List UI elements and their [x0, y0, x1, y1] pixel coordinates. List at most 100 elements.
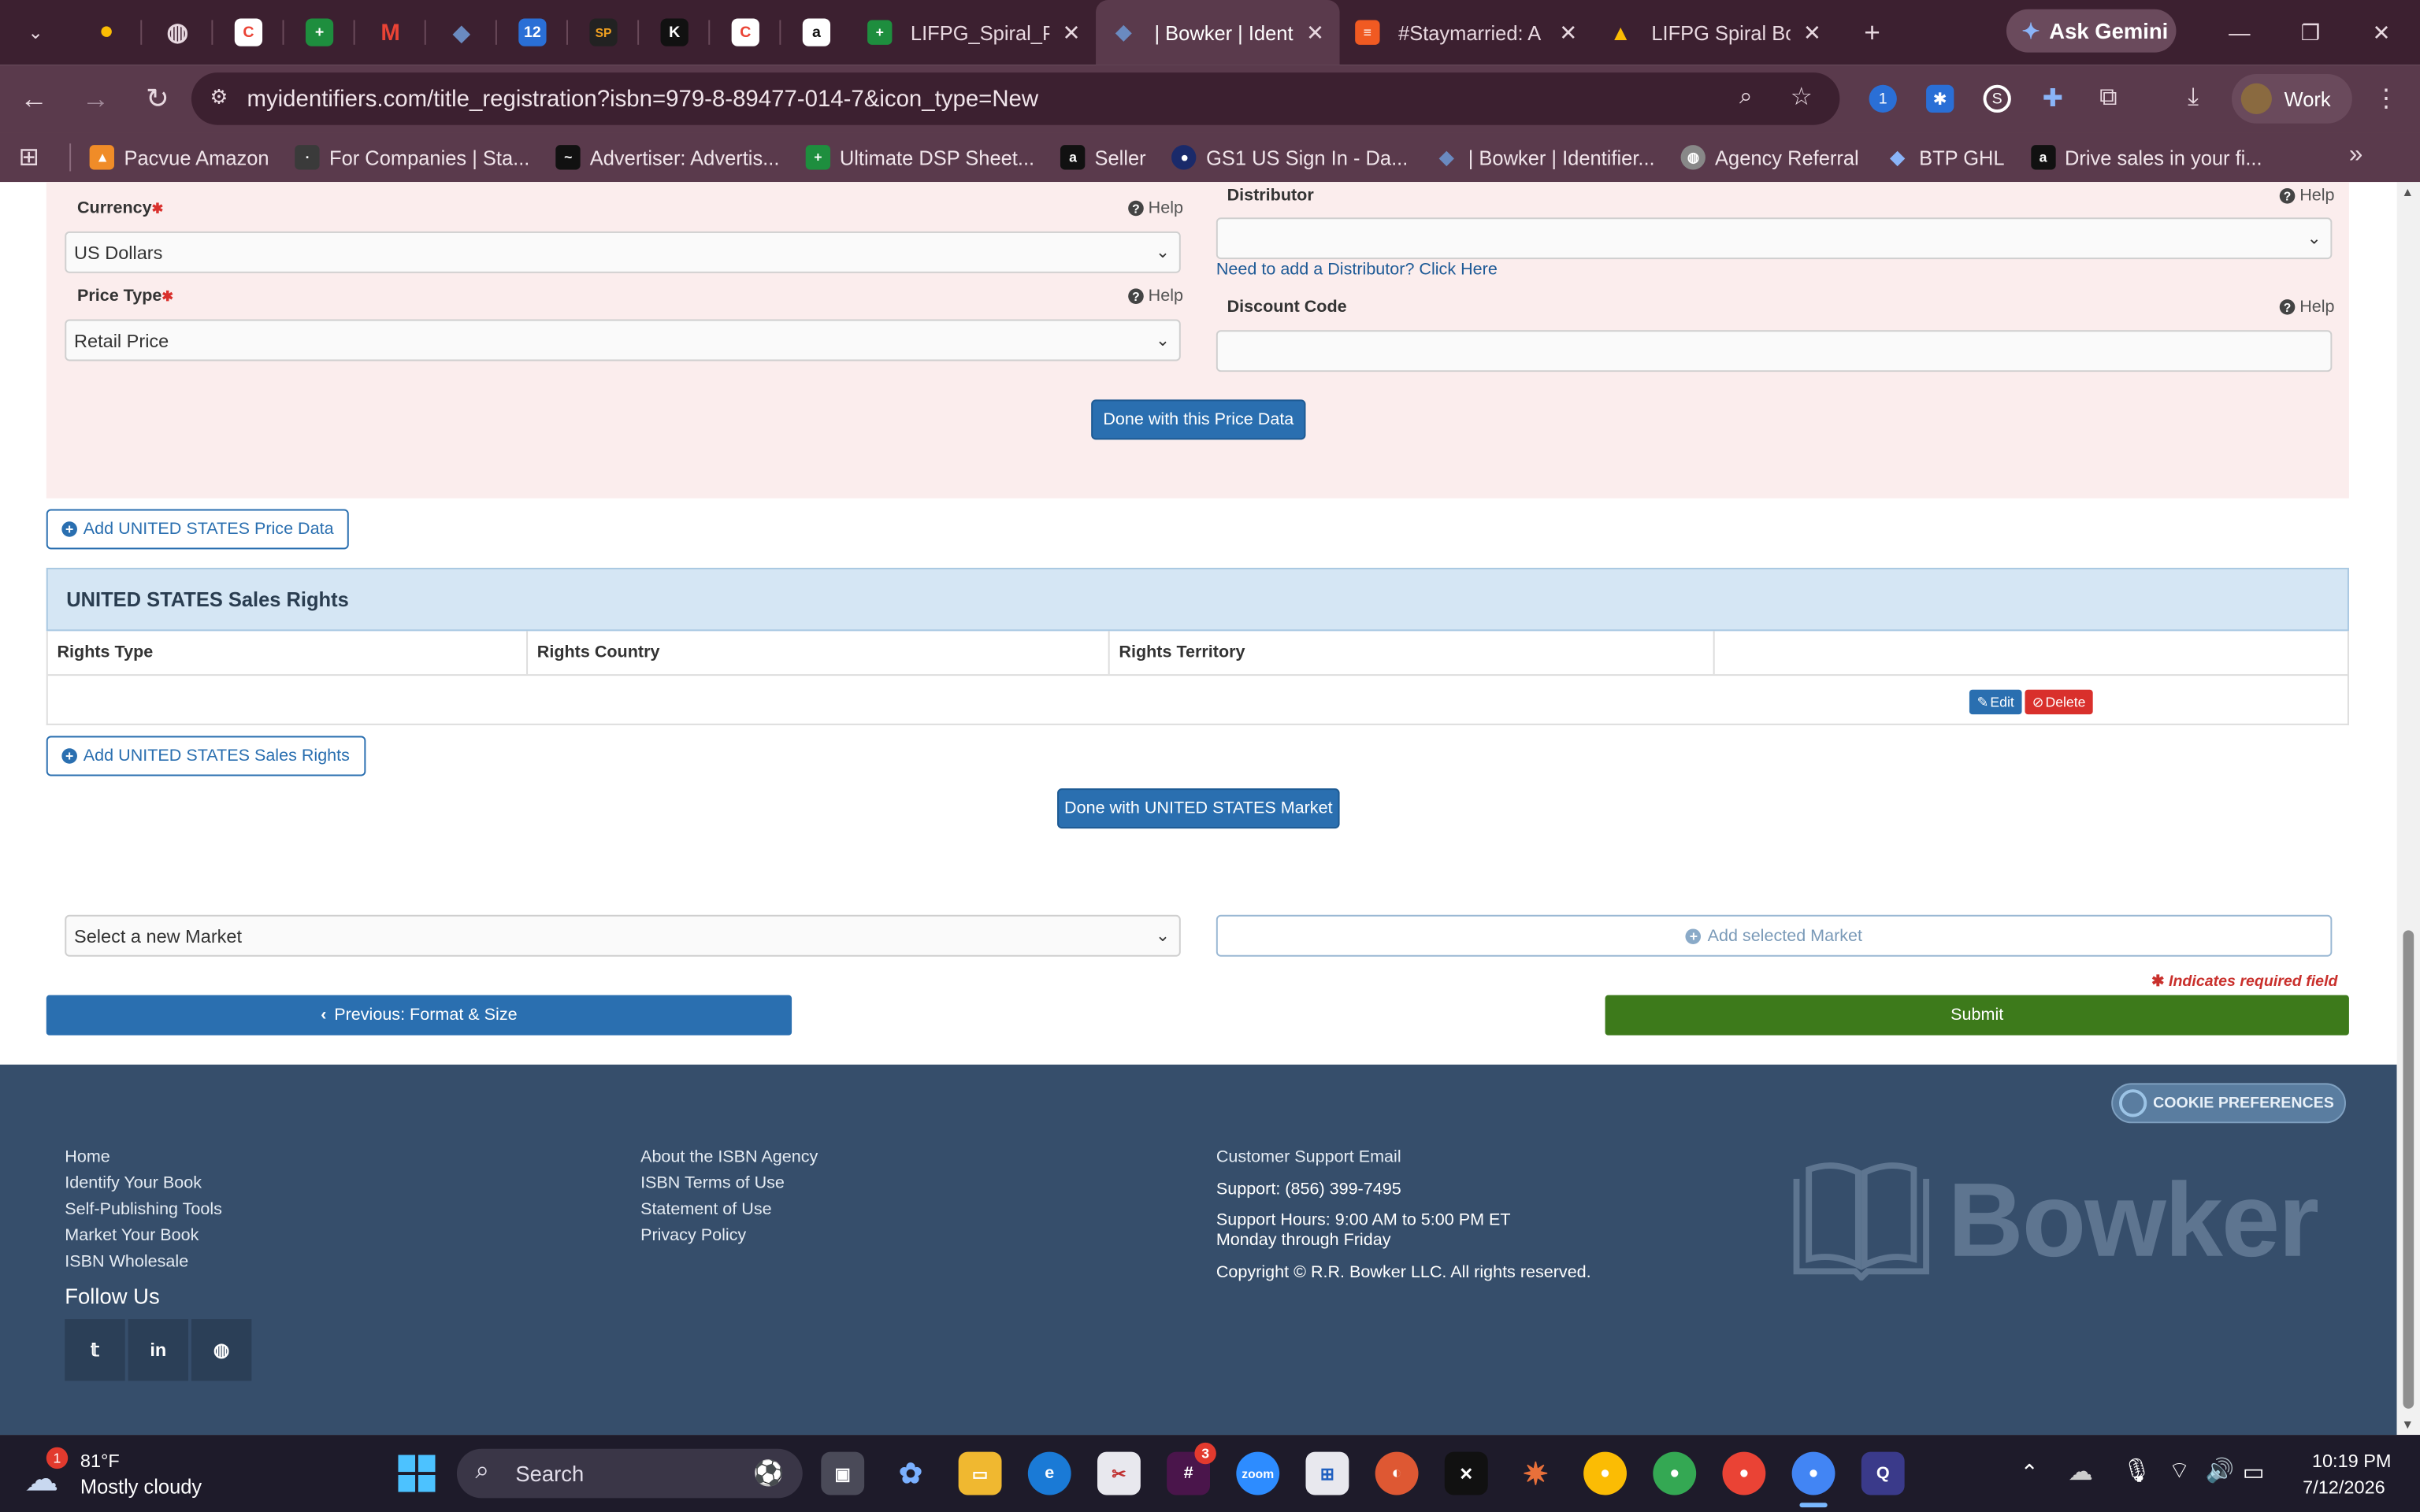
- add-distributor-link[interactable]: Need to add a Distributor? Click Here: [1216, 261, 1498, 280]
- zoom-icon[interactable]: ⌕: [1739, 83, 1752, 109]
- task-view-icon[interactable]: ▣: [821, 1451, 865, 1495]
- tab-bowker-active[interactable]: ◆ | Bowker | Identif ✕: [1096, 0, 1340, 65]
- duckduckgo-icon[interactable]: ◐: [1375, 1451, 1419, 1495]
- close-tab-icon[interactable]: ✕: [1062, 19, 1080, 45]
- tab-pinned-gcal[interactable]: 12: [497, 0, 568, 65]
- chrome-profile-2-icon[interactable]: ●: [1653, 1451, 1697, 1495]
- profile-button[interactable]: Work: [2232, 74, 2352, 124]
- reload-icon[interactable]: ↻: [130, 71, 186, 127]
- done-price-data-button[interactable]: Done with this Price Data: [1091, 399, 1306, 440]
- footer-link-about-agency[interactable]: About the ISBN Agency: [640, 1148, 818, 1167]
- zoom-app-icon[interactable]: zoom: [1236, 1451, 1280, 1495]
- chrome-active-icon[interactable]: ●: [1791, 1451, 1835, 1495]
- tab-pinned-calendar-2[interactable]: C: [710, 0, 781, 65]
- previous-format-size-button[interactable]: ‹ Previous: Format & Size: [46, 995, 792, 1036]
- onedrive-icon[interactable]: ☁: [2068, 1456, 2092, 1487]
- microsoft-store-icon[interactable]: ⊞: [1305, 1451, 1349, 1495]
- close-tab-icon[interactable]: ✕: [1306, 19, 1324, 45]
- apps-grid-icon[interactable]: ⊞: [19, 142, 39, 172]
- extension-gem-icon[interactable]: ✚: [2034, 80, 2071, 117]
- more-bookmarks-icon[interactable]: »: [2349, 142, 2362, 169]
- bookmark-pacvue[interactable]: ▲ Pacvue Amazon: [90, 145, 269, 170]
- discount-code-input[interactable]: [1216, 330, 2333, 372]
- close-window-icon[interactable]: ✕: [2346, 0, 2417, 65]
- distributor-select[interactable]: ⌄: [1216, 217, 2333, 260]
- tab-search-icon[interactable]: ⌄: [0, 0, 71, 65]
- currency-help-link[interactable]: ? Help: [1128, 199, 1183, 217]
- currency-select[interactable]: US Dollars ⌄: [65, 231, 1181, 273]
- add-price-data-button[interactable]: + Add UNITED STATES Price Data: [46, 509, 350, 550]
- tab-pinned-k[interactable]: K: [639, 0, 711, 65]
- new-market-select[interactable]: Select a new Market ⌄: [65, 914, 1181, 957]
- address-bar[interactable]: ⚙ myidentifiers.com/title_registration?i…: [191, 72, 1840, 125]
- footer-link-privacy[interactable]: Privacy Policy: [640, 1227, 746, 1246]
- close-tab-icon[interactable]: ✕: [1803, 19, 1821, 45]
- downloads-icon[interactable]: ⤓: [2175, 80, 2212, 117]
- password-manager-icon[interactable]: 1: [1865, 80, 1902, 117]
- new-tab-button[interactable]: +: [1836, 0, 1907, 65]
- tab-pinned-calendar[interactable]: C: [213, 0, 284, 65]
- bookmark-bowker[interactable]: ◆ | Bowker | Identifier...: [1435, 145, 1654, 169]
- tab-lifpg-pipeline[interactable]: + LIFPG_Spiral_Pip ✕: [852, 0, 1096, 65]
- footer-link-home[interactable]: Home: [65, 1148, 109, 1167]
- footer-link-identify-book[interactable]: Identify Your Book: [65, 1174, 202, 1193]
- tab-staymarried[interactable]: ≡ #Staymarried: A ✕: [1340, 0, 1593, 65]
- show-hidden-icons[interactable]: ⌃: [2021, 1459, 2039, 1485]
- chrome-profile-3-icon[interactable]: ●: [1722, 1451, 1766, 1495]
- bookmark-agency-referral[interactable]: ◍ Agency Referral: [1680, 145, 1859, 170]
- footer-link-terms[interactable]: ISBN Terms of Use: [640, 1174, 785, 1193]
- tab-lifpg-drive[interactable]: ▲ LIFPG Spiral Bou ✕: [1593, 0, 1837, 65]
- price-type-select[interactable]: Retail Price ⌄: [65, 319, 1181, 361]
- add-selected-market-button[interactable]: + Add selected Market: [1216, 914, 2333, 957]
- add-sales-rights-button[interactable]: + Add UNITED STATES Sales Rights: [46, 736, 366, 776]
- footer-link-self-publishing[interactable]: Self-Publishing Tools: [65, 1200, 222, 1219]
- volume-icon[interactable]: 🔊: [2206, 1456, 2235, 1484]
- minimize-icon[interactable]: —: [2204, 0, 2275, 65]
- forward-arrow-icon[interactable]: →: [68, 71, 124, 127]
- extension-snowflake-icon[interactable]: ✱: [1921, 80, 1958, 117]
- tab-pinned-sp[interactable]: SP: [568, 0, 640, 65]
- footer-link-market-book[interactable]: Market Your Book: [65, 1227, 199, 1246]
- close-tab-icon[interactable]: ✕: [1559, 19, 1577, 45]
- kebab-menu-icon[interactable]: ⋮: [2367, 80, 2404, 117]
- linkedin-icon[interactable]: in: [128, 1319, 189, 1381]
- restore-icon[interactable]: ❐: [2275, 0, 2346, 65]
- footer-link-statement[interactable]: Statement of Use: [640, 1200, 772, 1219]
- scrollbar-thumb[interactable]: [2403, 930, 2414, 1409]
- page-scrollbar[interactable]: ▲ ▼: [2396, 182, 2420, 1436]
- bookmark-star-icon[interactable]: ☆: [1791, 82, 1813, 113]
- tab-pinned-bowker[interactable]: ◆: [426, 0, 497, 65]
- bookmark-advertiser[interactable]: ~ Advertiser: Advertis...: [555, 145, 779, 170]
- done-market-button[interactable]: Done with UNITED STATES Market: [1057, 788, 1340, 829]
- submit-button[interactable]: Submit: [1605, 995, 2349, 1036]
- delete-rights-button[interactable]: ⊘ Delete: [2025, 689, 2093, 715]
- tab-pinned-gmail[interactable]: M: [355, 0, 426, 65]
- ask-gemini-button[interactable]: ✦ Ask Gemini: [2006, 9, 2177, 53]
- claude-icon[interactable]: ✷: [1514, 1452, 1557, 1495]
- edge-icon[interactable]: e: [1027, 1451, 1071, 1495]
- battery-icon[interactable]: ▭: [2243, 1458, 2265, 1485]
- tab-pinned-amazon[interactable]: a: [781, 0, 852, 65]
- microphone-icon[interactable]: 🎙: [2122, 1456, 2151, 1484]
- support-email-link[interactable]: Customer Support Email: [1216, 1148, 1401, 1167]
- weather-widget[interactable]: ☁ 1: [24, 1447, 71, 1498]
- bookmark-for-companies[interactable]: · For Companies | Sta...: [295, 145, 529, 170]
- edit-rights-button[interactable]: ✎ Edit: [1969, 689, 2022, 715]
- snipping-tool-icon[interactable]: ✂: [1097, 1451, 1141, 1495]
- extension-s-icon[interactable]: S: [1979, 80, 2016, 117]
- bookmark-seller[interactable]: a Seller: [1060, 145, 1146, 170]
- site-info-icon[interactable]: ⚙: [210, 85, 228, 109]
- file-explorer-icon[interactable]: ▭: [958, 1451, 1002, 1495]
- bookmark-dsp-sheet[interactable]: + Ultimate DSP Sheet...: [805, 145, 1034, 170]
- capcut-icon[interactable]: ✕: [1444, 1451, 1488, 1495]
- twitter-icon[interactable]: 𝕥: [65, 1319, 125, 1381]
- bookmark-gs1[interactable]: ● GS1 US Sign In - Da...: [1171, 145, 1408, 170]
- distributor-help-link[interactable]: ? Help: [2279, 187, 2335, 206]
- app-q-icon[interactable]: Q: [1861, 1451, 1905, 1495]
- tab-pinned-lightbulb[interactable]: ●: [71, 0, 143, 65]
- cookie-preferences-button[interactable]: COOKIE PREFERENCES: [2111, 1083, 2346, 1124]
- scroll-down-icon[interactable]: ▼: [2402, 1418, 2414, 1432]
- tab-pinned-sheets[interactable]: +: [284, 0, 355, 65]
- footer-link-isbn-wholesale[interactable]: ISBN Wholesale: [65, 1253, 188, 1272]
- website-globe-icon[interactable]: ◍: [191, 1319, 252, 1381]
